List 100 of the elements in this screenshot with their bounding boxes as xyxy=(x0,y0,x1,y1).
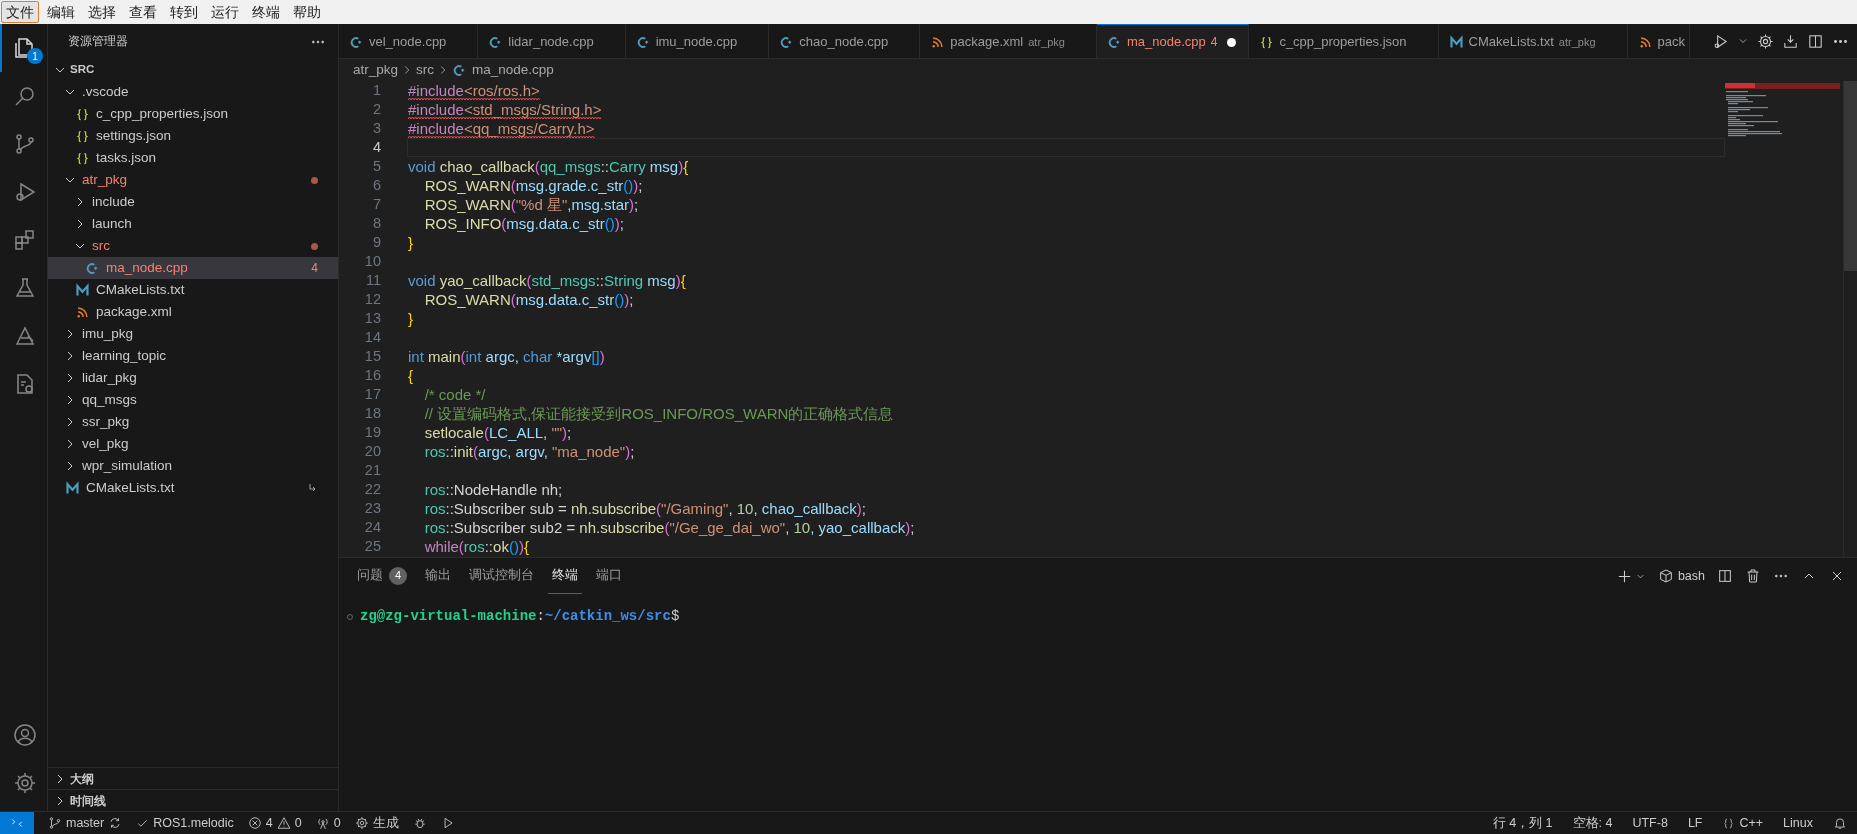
menu-item[interactable]: 编辑 xyxy=(42,1,80,23)
panel-tab[interactable]: 终端 xyxy=(548,558,582,594)
status-item[interactable]: 生成 xyxy=(354,812,399,834)
line-number: 8 xyxy=(371,213,381,233)
status-item[interactable]: master xyxy=(48,812,123,834)
line-number: 16 xyxy=(363,365,381,385)
tree-item[interactable]: qq_msgs xyxy=(48,389,338,411)
error-icon xyxy=(247,816,262,830)
split-editor-icon[interactable] xyxy=(1807,32,1824,50)
remote-icon xyxy=(10,816,24,830)
panel-tab[interactable]: 输出 xyxy=(421,558,455,594)
code-line: #include<qq_msgs/Carry.h> xyxy=(407,119,596,138)
menu-item[interactable]: 查看 xyxy=(124,1,162,23)
tree-item[interactable]: tasks.json xyxy=(48,147,338,169)
settings-icon[interactable] xyxy=(1757,32,1774,50)
tree-item[interactable]: .vscode xyxy=(48,81,338,103)
scrollbar-thumb[interactable] xyxy=(1844,81,1857,271)
code-line: ROS_WARN("%d 星",msg.star); xyxy=(423,195,640,214)
tree-item[interactable]: include xyxy=(48,191,338,213)
c-plus-file-icon xyxy=(635,34,651,50)
tree-item[interactable]: lidar_pkg xyxy=(48,367,338,389)
menu-item[interactable]: 帮助 xyxy=(288,1,326,23)
circle-icon xyxy=(345,611,355,622)
tree-item[interactable]: wpr_simulation xyxy=(48,455,338,477)
line-number: 10 xyxy=(363,251,381,271)
braces-icon xyxy=(74,150,90,166)
tree-item[interactable]: vel_pkg xyxy=(48,433,338,455)
status-item[interactable]: 4 0 xyxy=(247,812,302,834)
tree-item[interactable]: imu_pkg xyxy=(48,323,338,345)
split-terminal-icon[interactable] xyxy=(1717,568,1733,584)
tree-item[interactable]: SRC xyxy=(48,59,338,81)
line-number: 18 xyxy=(363,403,381,423)
tree-item[interactable]: CMakeLists.txt xyxy=(48,477,338,499)
m-file-icon xyxy=(1448,34,1464,50)
menu-item[interactable]: 转到 xyxy=(165,1,203,23)
status-item[interactable]: ROS1.melodic xyxy=(136,812,234,834)
section-header[interactable]: 大纲 xyxy=(48,767,338,789)
panel-tab[interactable]: 问题 4 xyxy=(353,558,411,594)
sync-icon xyxy=(108,816,123,830)
m-file-icon xyxy=(64,480,80,496)
menu-item[interactable]: 选择 xyxy=(83,1,121,23)
tree-item[interactable]: package.xml xyxy=(48,301,338,323)
account-icon[interactable] xyxy=(12,723,37,747)
download-icon[interactable] xyxy=(1782,32,1799,50)
status-item[interactable]: 行 4，列 1 xyxy=(1492,813,1553,833)
bug-icon[interactable] xyxy=(412,816,427,830)
trash-icon[interactable] xyxy=(1745,568,1761,584)
code-line: ROS_WARN(msg.grade.c_str()); xyxy=(423,176,644,195)
breadcrumb-item[interactable]: atr_pkg xyxy=(353,59,399,81)
panel-tab[interactable]: 调试控制台 xyxy=(465,558,538,594)
bell-icon[interactable] xyxy=(1833,816,1847,830)
radio-tower-icon xyxy=(315,816,330,830)
code-line: } xyxy=(407,309,414,328)
tree-item[interactable]: c_cpp_properties.json xyxy=(48,103,338,125)
tree-item[interactable]: src xyxy=(48,235,338,257)
line-number: 13 xyxy=(363,308,381,328)
status-item[interactable]: C++ xyxy=(1722,813,1764,833)
braces-icon xyxy=(1259,34,1275,50)
line-number: 22 xyxy=(363,479,381,499)
gear-icon xyxy=(354,816,369,830)
line-number: 1 xyxy=(371,81,381,100)
count-badge: 4 xyxy=(389,566,407,585)
editor-tab[interactable]: ma_node.cpp 4 xyxy=(1096,24,1250,58)
tree-item[interactable]: atr_pkg xyxy=(48,169,338,191)
terminal-selector[interactable]: bash xyxy=(1657,566,1705,586)
code-line: // 设置编码格式,保证能接受到ROS_INFO/ROS_WARN的正确格式信息 xyxy=(423,404,895,423)
breadcrumb-item[interactable]: src xyxy=(416,59,435,81)
code-line: ros::NodeHandle nh; xyxy=(423,480,564,499)
tree-item[interactable]: ma_node.cpp 4 xyxy=(48,257,338,279)
code-line: { xyxy=(407,366,414,385)
code-line: ros::Subscriber sub2 = nh.subscribe("/Ge_ge_dai_wo", 10, yao_callback); xyxy=(423,518,916,537)
tree-item[interactable]: launch xyxy=(48,213,338,235)
line-number: 12 xyxy=(363,289,381,309)
line-number: 23 xyxy=(363,498,381,518)
code-line: ROS_INFO(msg.data.c_str()); xyxy=(423,214,625,233)
menu-item[interactable]: 文件 xyxy=(1,1,39,23)
settings-icon[interactable] xyxy=(12,771,37,795)
status-item[interactable]: 0 xyxy=(315,812,341,834)
status-item[interactable]: Linux xyxy=(1783,813,1813,833)
line-number: 11 xyxy=(364,270,381,290)
tree-item[interactable]: settings.json xyxy=(48,125,338,147)
line-number: 5 xyxy=(371,156,381,176)
status-item[interactable]: 空格: 4 xyxy=(1572,813,1613,833)
status-item[interactable]: UTF-8 xyxy=(1632,813,1668,833)
sidebar-title: 资源管理器 xyxy=(68,33,128,49)
status-item[interactable]: LF xyxy=(1687,813,1703,833)
extensions-icon[interactable] xyxy=(12,228,37,252)
menu-item[interactable]: 终端 xyxy=(247,1,285,23)
line-number: 19 xyxy=(363,422,381,442)
tree-item[interactable]: CMakeLists.txt xyxy=(48,279,338,301)
tree-item[interactable]: learning_topic xyxy=(48,345,338,367)
c-plus-file-icon xyxy=(349,34,364,50)
line-number: 3 xyxy=(371,118,381,138)
tree-item[interactable]: ssr_pkg xyxy=(48,411,338,433)
line-number: 15 xyxy=(363,346,381,366)
run-debug-icon[interactable] xyxy=(1712,32,1729,50)
menu-item[interactable]: 运行 xyxy=(206,1,244,23)
breadcrumb-item[interactable]: ma_node.cpp xyxy=(452,59,554,81)
code-line: int main(int argc, char *argv[]) xyxy=(407,347,606,366)
panel-tab[interactable]: 端口 xyxy=(592,558,626,594)
